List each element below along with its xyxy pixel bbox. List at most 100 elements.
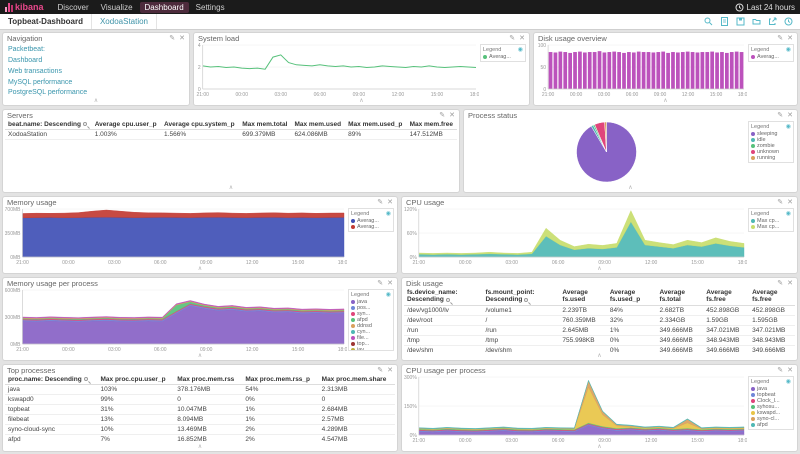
close-icon[interactable]: ✕ xyxy=(449,112,455,120)
legend-item[interactable]: Averag... xyxy=(751,54,791,60)
filter-magnifier-icon[interactable] xyxy=(524,298,528,302)
legend-item[interactable]: jav... xyxy=(351,347,391,351)
bar[interactable] xyxy=(617,52,621,89)
edit-icon[interactable]: ✎ xyxy=(377,367,383,375)
bar[interactable] xyxy=(696,52,700,89)
bar[interactable] xyxy=(583,52,587,89)
refresh-clock-icon[interactable] xyxy=(784,17,793,26)
column-header[interactable]: fs.mount_point: Descending xyxy=(482,288,559,305)
bar[interactable] xyxy=(710,52,714,89)
bar[interactable] xyxy=(652,52,656,89)
bar[interactable] xyxy=(563,52,567,89)
column-header[interactable]: fs.device_name: Descending xyxy=(404,288,482,305)
column-header[interactable]: Average fs.total xyxy=(657,288,704,305)
bar[interactable] xyxy=(681,52,685,89)
bar[interactable] xyxy=(715,52,719,89)
legend-toggle-icon[interactable]: ◉ xyxy=(386,291,391,298)
close-icon[interactable]: ✕ xyxy=(787,112,793,120)
bar[interactable] xyxy=(622,53,626,89)
bar[interactable] xyxy=(588,52,592,89)
panel-title[interactable]: CPU usage xyxy=(406,198,444,207)
search-icon[interactable] xyxy=(704,17,713,26)
column-header[interactable]: Max mem.free xyxy=(407,120,457,130)
area-series-Average mem.free[interactable] xyxy=(23,210,345,218)
panel-title[interactable]: Top processes xyxy=(7,366,55,375)
column-header[interactable]: Average fs.used_p xyxy=(607,288,657,305)
bar[interactable] xyxy=(730,52,734,89)
collapse-chevron[interactable]: ∧ xyxy=(3,184,459,192)
share-icon[interactable] xyxy=(768,17,777,26)
panel-title[interactable]: CPU usage per process xyxy=(406,366,486,375)
close-icon[interactable]: ✕ xyxy=(387,367,393,375)
nav-item-discover[interactable]: Discover xyxy=(53,2,94,13)
bar[interactable] xyxy=(705,52,709,89)
nav-item-dashboard[interactable]: Dashboard xyxy=(140,2,189,13)
open-folder-icon[interactable] xyxy=(752,17,761,26)
bar[interactable] xyxy=(568,53,572,89)
panel-title[interactable]: Disk usage xyxy=(406,279,443,288)
nav-item-visualize[interactable]: Visualize xyxy=(96,2,138,13)
kibana-logo[interactable]: kibana xyxy=(5,2,44,12)
bar[interactable] xyxy=(691,52,695,89)
column-header[interactable]: Max mem.used_p xyxy=(345,120,406,130)
save-icon[interactable] xyxy=(736,17,745,26)
column-header[interactable]: beat.name: Descending xyxy=(5,120,92,130)
bar[interactable] xyxy=(578,52,582,89)
panel-title[interactable]: Disk usage overview xyxy=(538,34,607,43)
bar[interactable] xyxy=(740,52,744,89)
edit-icon[interactable]: ✎ xyxy=(509,35,515,43)
legend-item[interactable]: running xyxy=(751,155,791,161)
navigation-link[interactable]: PostgreSQL performance xyxy=(8,88,184,97)
collapse-chevron[interactable]: ∧ xyxy=(402,352,797,360)
panel-title[interactable]: Memory usage per process xyxy=(7,279,98,288)
bar[interactable] xyxy=(686,52,690,89)
close-icon[interactable]: ✕ xyxy=(179,35,185,43)
collapse-chevron[interactable]: ∧ xyxy=(402,443,797,451)
bar[interactable] xyxy=(666,53,670,89)
panel-title[interactable]: Memory usage xyxy=(7,198,57,207)
collapse-chevron[interactable]: ∧ xyxy=(3,265,397,273)
column-header[interactable]: Max mem.total xyxy=(239,120,291,130)
bar[interactable] xyxy=(554,52,558,89)
collapse-chevron[interactable]: ∧ xyxy=(194,97,529,105)
bar[interactable] xyxy=(598,51,602,89)
close-icon[interactable]: ✕ xyxy=(787,280,793,288)
bar[interactable] xyxy=(603,52,607,89)
area-series-Average mem.used[interactable] xyxy=(23,217,345,257)
navigation-link[interactable]: Packetbeat: xyxy=(8,45,184,56)
close-icon[interactable]: ✕ xyxy=(519,35,525,43)
bar[interactable] xyxy=(637,52,641,89)
bar[interactable] xyxy=(607,52,611,89)
column-header[interactable]: Max proc.cpu.user_p xyxy=(98,375,175,385)
bar[interactable] xyxy=(676,52,680,89)
legend-toggle-icon[interactable]: ◉ xyxy=(786,378,791,385)
legend-item[interactable]: Max cp... xyxy=(751,224,791,230)
close-icon[interactable]: ✕ xyxy=(787,35,793,43)
bar[interactable] xyxy=(612,52,616,89)
close-icon[interactable]: ✕ xyxy=(787,199,793,207)
column-header[interactable]: Average fs.free xyxy=(749,288,795,305)
time-picker[interactable]: Last 24 hours xyxy=(735,3,795,12)
column-header[interactable]: Average cpu.user_p xyxy=(92,120,161,130)
navigation-link[interactable]: Dashboard xyxy=(8,56,184,67)
bar[interactable] xyxy=(735,52,739,89)
column-header[interactable]: Average cpu.system_p xyxy=(161,120,239,130)
edit-icon[interactable]: ✎ xyxy=(377,199,383,207)
column-header[interactable]: Max mem.used xyxy=(291,120,345,130)
column-header[interactable]: Max proc.mem.rss xyxy=(174,375,242,385)
edit-icon[interactable]: ✎ xyxy=(439,112,445,120)
bar[interactable] xyxy=(661,52,665,89)
bar[interactable] xyxy=(593,52,597,89)
legend-item[interactable]: Averag... xyxy=(483,54,523,60)
collapse-chevron[interactable]: ∧ xyxy=(402,265,797,273)
bar[interactable] xyxy=(627,52,631,89)
legend-toggle-icon[interactable]: ◉ xyxy=(786,123,791,130)
bar[interactable] xyxy=(549,52,553,89)
column-header[interactable]: proc.name: Descending xyxy=(5,375,98,385)
bar[interactable] xyxy=(632,52,636,89)
bar[interactable] xyxy=(671,52,675,89)
legend-item[interactable]: afpd xyxy=(751,422,791,428)
legend-toggle-icon[interactable]: ◉ xyxy=(386,210,391,217)
legend-toggle-icon[interactable]: ◉ xyxy=(518,46,523,53)
panel-title[interactable]: Process status xyxy=(468,111,517,120)
